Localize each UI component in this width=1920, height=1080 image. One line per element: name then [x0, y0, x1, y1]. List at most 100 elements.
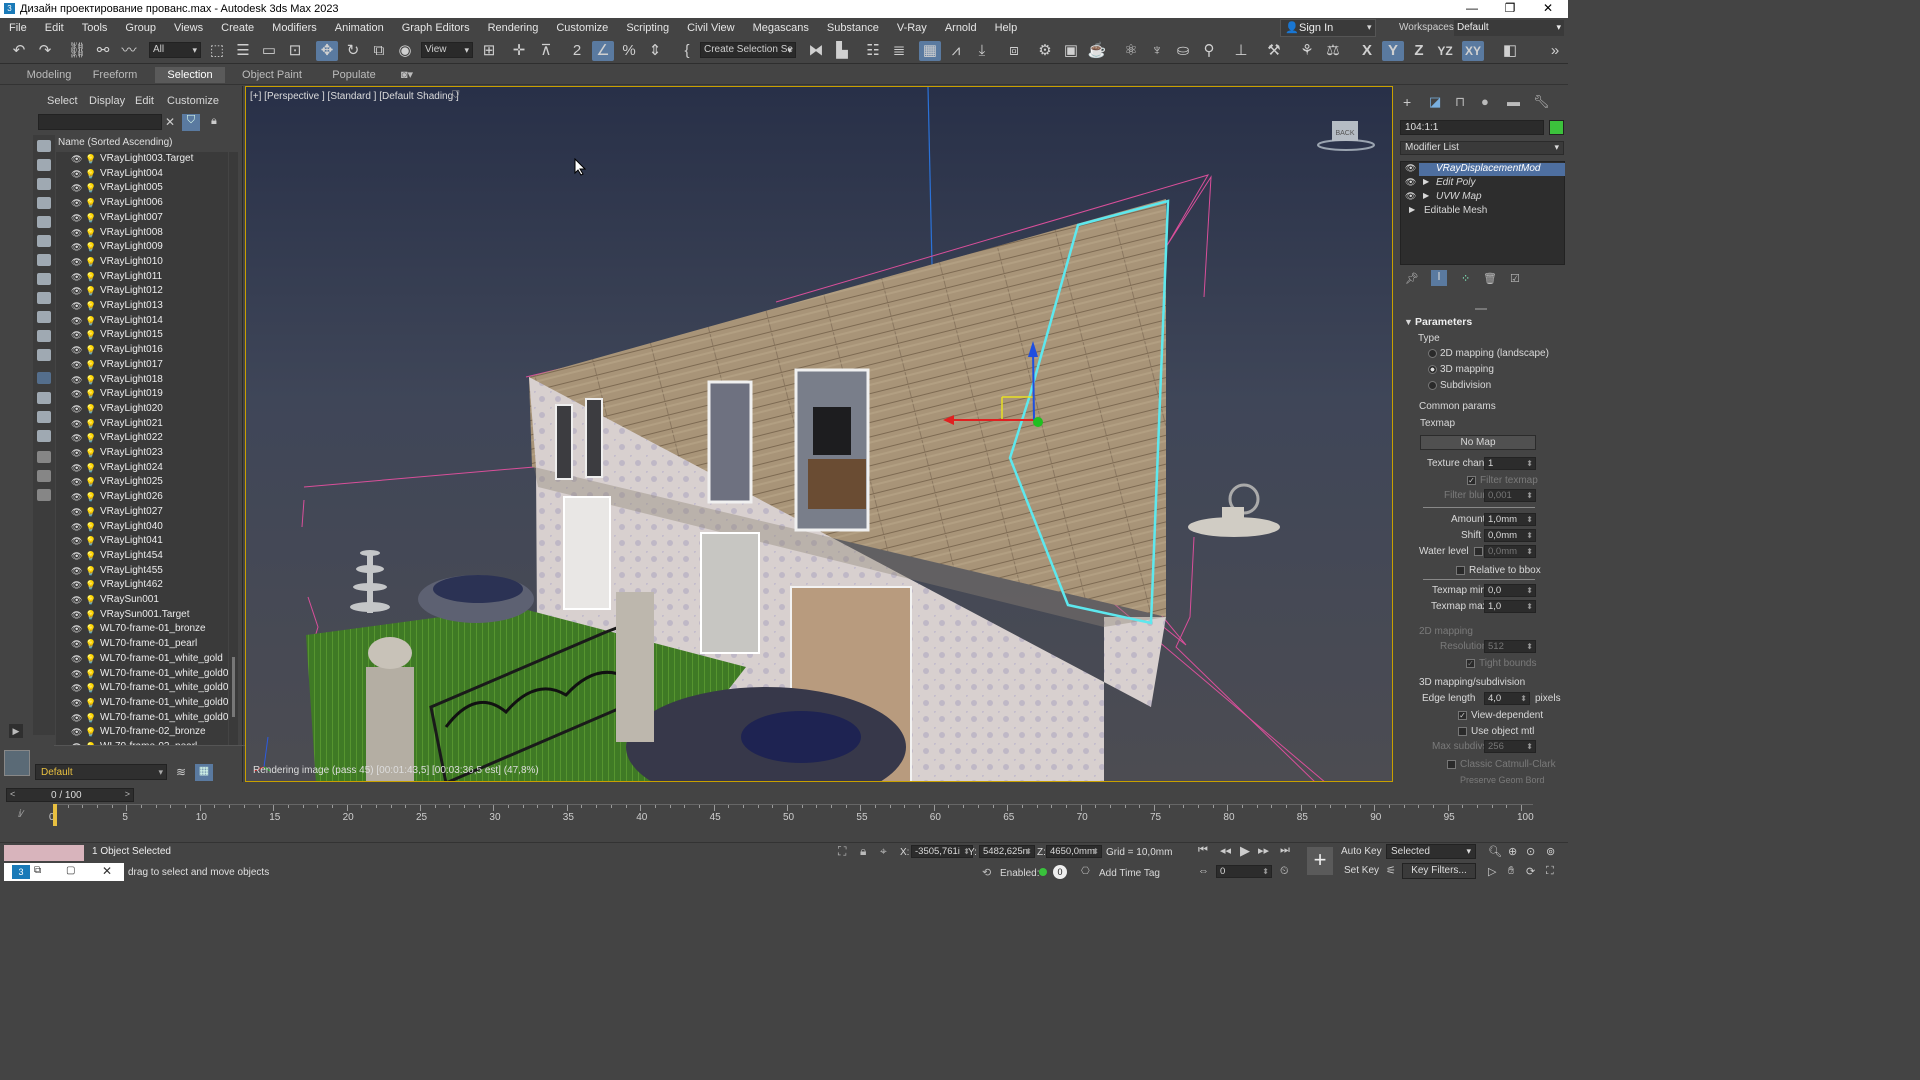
bind-space-warp-icon[interactable]: 〰 [118, 41, 140, 61]
vray-icon-4[interactable]: ⚲ [1198, 41, 1220, 61]
named-selection-icon[interactable]: { [676, 41, 698, 61]
selection-filter-dropdown[interactable]: All [149, 42, 201, 58]
eye-icon[interactable]: 👁 [71, 299, 82, 314]
zoom-icon[interactable]: 🔍︎ [1488, 845, 1502, 858]
align-icon[interactable]: ▙ [831, 41, 853, 61]
sync-selection-icon[interactable] [37, 489, 51, 501]
workspace-dropdown[interactable]: Default ▾ [1454, 20, 1564, 36]
eye-icon[interactable]: 👁 [71, 270, 82, 285]
viewport-layout-icon[interactable] [4, 750, 30, 776]
filter-funnel-icon[interactable] [37, 470, 51, 482]
list-item[interactable]: 👁 💡 VRaySun001.Target [56, 608, 228, 623]
light-bulb-icon[interactable]: 💡 [85, 711, 96, 726]
key-mode-dropdown[interactable]: Selected ▾ [1386, 844, 1476, 859]
eye-icon[interactable]: 👁 [71, 490, 82, 505]
next-key-icon[interactable]: ▸▸ [1258, 844, 1269, 857]
display-none-filter-icon[interactable] [37, 411, 51, 423]
lock-icon[interactable]: 🔒︎ [211, 115, 217, 128]
pan-icon[interactable]: ✋︎ [1508, 865, 1514, 878]
list-item[interactable]: 👁 💡 WL70-frame-01_bronze [56, 622, 228, 637]
light-bulb-icon[interactable]: 💡 [85, 431, 96, 446]
eye-icon[interactable]: 👁 [71, 255, 82, 270]
percent-snap-icon[interactable]: % [618, 41, 640, 61]
eye-icon[interactable]: 👁 [71, 608, 82, 623]
eye-icon[interactable]: 👁 [71, 681, 82, 696]
pin-stack-icon[interactable]: 📌︎ [1405, 272, 1419, 285]
eye-icon[interactable]: 👁 [71, 284, 82, 299]
explorer-search-input[interactable] [38, 114, 162, 130]
eye-icon[interactable]: 👁 [71, 475, 82, 490]
texture-chan-spinner[interactable]: 1 [1484, 457, 1536, 470]
time-config-icon[interactable]: ⏲ [1280, 865, 1289, 878]
render-production-icon[interactable]: ☕ [1086, 41, 1108, 61]
undo-icon[interactable]: ↶ [8, 41, 30, 61]
eye-icon[interactable]: 👁 [71, 564, 82, 579]
menu-edit[interactable]: Edit [36, 18, 73, 38]
set-key-big-icon[interactable]: + [1307, 847, 1333, 875]
eye-icon[interactable]: 👁 [71, 505, 82, 520]
list-item[interactable]: 👁 💡 VRayLight009 [56, 240, 228, 255]
eye-icon[interactable]: 👁 [71, 373, 82, 388]
list-item[interactable]: 👁💡 WL70-frame-02_pearl [56, 740, 228, 745]
filter-texmap-checkbox[interactable]: ✓ [1467, 476, 1476, 485]
light-bulb-icon[interactable]: 💡 [85, 505, 96, 520]
vray-icon-2[interactable]: ♆ [1146, 41, 1168, 61]
list-item[interactable]: 👁 💡 VRayLight016 [56, 343, 228, 358]
enabled-indicator[interactable] [1039, 868, 1047, 876]
maxscript-listener[interactable] [4, 845, 84, 861]
list-item[interactable]: 👁 💡 VRayLight040 [56, 520, 228, 535]
expand-arrow-icon[interactable]: ▶ [1423, 191, 1429, 200]
explorer-menu-select[interactable]: Select [47, 95, 78, 107]
list-item[interactable]: 👁 💡 VRayLight023 [56, 446, 228, 461]
material-editor-icon[interactable]: ⧈ [1003, 41, 1025, 61]
spinner-snap-icon[interactable]: ⇕ [644, 41, 666, 61]
light-bulb-icon[interactable]: 💡 [85, 534, 96, 549]
x-coord-field[interactable]: -3505,761i [911, 845, 973, 858]
list-item[interactable]: 👁 💡 VRayLight013 [56, 299, 228, 314]
tight-bounds-checkbox[interactable]: ✓ [1466, 659, 1475, 668]
select-by-name-icon[interactable]: ☰ [232, 41, 254, 61]
eye-icon[interactable]: 👁 [71, 637, 82, 652]
eye-icon[interactable]: 👁 [71, 152, 82, 167]
ribbon-tab-freeform[interactable]: Freeform [88, 67, 142, 83]
light-bulb-icon[interactable]: 💡 [85, 270, 96, 285]
rectangular-selection-icon[interactable]: ▭ [258, 41, 280, 61]
eye-icon[interactable]: 👁︎ [1405, 163, 1416, 174]
unlink-icon[interactable]: ⚯ [92, 41, 114, 61]
ribbon-tab-populate[interactable]: Populate [326, 67, 382, 83]
show-end-result-icon[interactable]: Ⅰ [1431, 270, 1447, 286]
classic-catmull-checkbox[interactable] [1447, 760, 1456, 769]
close-button[interactable]: ✕ [1528, 0, 1568, 18]
list-scrollbar-thumb[interactable] [232, 657, 235, 717]
display-hidden-icon[interactable] [37, 372, 51, 384]
menu-vray[interactable]: V-Ray [888, 18, 936, 38]
expand-arrow-icon[interactable]: ▶ [1409, 205, 1415, 214]
window-crossing-icon[interactable]: ⊡ [284, 41, 306, 61]
time-cursor[interactable] [53, 804, 57, 826]
list-item[interactable]: 👁 💡 VRayLight018 [56, 373, 228, 388]
light-bulb-icon[interactable]: 💡 [85, 446, 96, 461]
eye-icon[interactable]: 👁 [71, 711, 82, 726]
select-children-icon[interactable] [37, 451, 51, 463]
eye-icon[interactable]: 👁 [71, 196, 82, 211]
menu-views[interactable]: Views [165, 18, 212, 38]
menu-megascans[interactable]: Megascans [744, 18, 818, 38]
list-item[interactable]: 👁 💡 VRayLight020 [56, 402, 228, 417]
vray-icon-3[interactable]: ⛀ [1172, 41, 1194, 61]
sign-in-button[interactable]: 👤 Sign In ▾ [1280, 19, 1376, 37]
eye-icon[interactable]: 👁 [71, 534, 82, 549]
light-bulb-icon[interactable]: 💡 [85, 622, 96, 637]
light-bulb-icon[interactable]: 💡 [85, 402, 96, 417]
adaptive-degradation-icon[interactable]: ⟲ [982, 866, 991, 879]
schematic-view-icon[interactable]: ⤓ [971, 41, 993, 61]
layers-icon[interactable]: ≋ [176, 765, 186, 779]
display-geometry-icon[interactable] [37, 159, 51, 171]
zoom-extents-icon[interactable]: ⊙ [1526, 845, 1535, 858]
stack-item-edit-poly[interactable]: Edit Poly [1436, 177, 1475, 188]
water-level-checkbox[interactable] [1474, 547, 1483, 556]
display-none-icon[interactable] [37, 140, 51, 152]
axis-xy-icon[interactable]: XY [1462, 41, 1484, 61]
angle-snap-icon[interactable]: ∠ [592, 41, 614, 61]
viewport-label[interactable]: [+] [Perspective ] [Standard ] [Default … [250, 91, 459, 102]
light-bulb-icon[interactable]: 💡 [85, 520, 96, 535]
